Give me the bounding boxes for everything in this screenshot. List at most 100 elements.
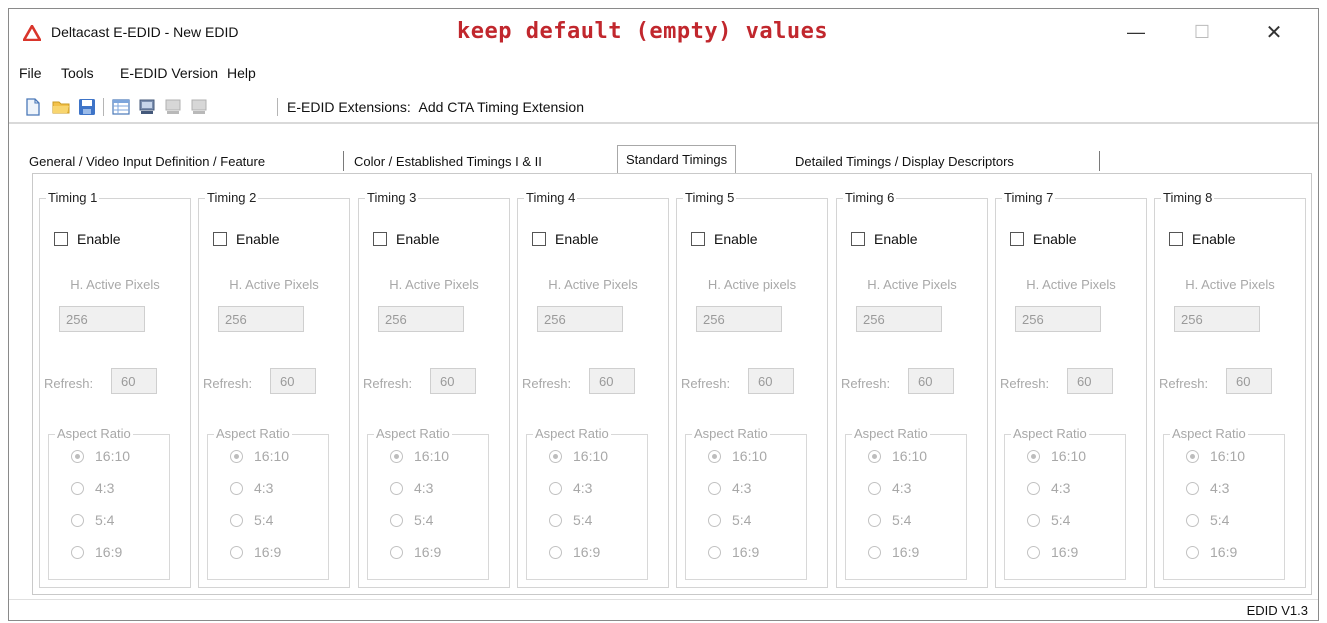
aspect-ratio-option[interactable]: 16:10 (71, 448, 130, 464)
aspect-ratio-option[interactable]: 16:10 (708, 448, 767, 464)
aspect-ratio-option[interactable]: 5:4 (1027, 512, 1070, 528)
aspect-ratio-option[interactable]: 16:10 (549, 448, 608, 464)
aspect-ratio-radio[interactable] (1186, 513, 1199, 527)
aspect-ratio-option[interactable]: 16:10 (230, 448, 289, 464)
aspect-ratio-radio[interactable] (71, 449, 84, 463)
save-icon[interactable] (77, 97, 97, 117)
write-device-icon[interactable] (189, 97, 209, 117)
aspect-ratio-radio[interactable] (868, 449, 881, 463)
menu-file[interactable]: File (19, 65, 42, 81)
aspect-ratio-radio[interactable] (708, 481, 721, 495)
aspect-ratio-radio[interactable] (708, 513, 721, 527)
aspect-ratio-option[interactable]: 16:10 (868, 448, 927, 464)
tab-general[interactable]: General / Video Input Definition / Featu… (29, 149, 265, 173)
maximize-button[interactable]: ☐ (1179, 15, 1225, 49)
aspect-ratio-radio[interactable] (1186, 449, 1199, 463)
aspect-ratio-radio[interactable] (1027, 545, 1040, 559)
refresh-input[interactable]: 60 (270, 368, 316, 394)
aspect-ratio-radio[interactable] (549, 481, 562, 495)
aspect-ratio-radio[interactable] (1027, 449, 1040, 463)
aspect-ratio-radio[interactable] (390, 449, 403, 463)
aspect-ratio-radio[interactable] (71, 481, 84, 495)
table-view-icon[interactable] (111, 97, 131, 117)
aspect-ratio-radio[interactable] (390, 545, 403, 559)
enable-checkbox-row[interactable]: Enable (851, 231, 918, 247)
aspect-ratio-option[interactable]: 16:9 (868, 544, 919, 560)
h-active-pixels-input[interactable]: 256 (696, 306, 782, 332)
tab-standard-timings[interactable]: Standard Timings (617, 145, 737, 173)
h-active-pixels-input[interactable]: 256 (856, 306, 942, 332)
aspect-ratio-radio[interactable] (390, 481, 403, 495)
h-active-pixels-input[interactable]: 256 (1174, 306, 1260, 332)
aspect-ratio-option[interactable]: 16:10 (1186, 448, 1245, 464)
aspect-ratio-option[interactable]: 4:3 (1186, 480, 1229, 496)
enable-checkbox-row[interactable]: Enable (1010, 231, 1077, 247)
aspect-ratio-radio[interactable] (868, 545, 881, 559)
aspect-ratio-option[interactable]: 4:3 (390, 480, 433, 496)
refresh-input[interactable]: 60 (1067, 368, 1113, 394)
refresh-input[interactable]: 60 (430, 368, 476, 394)
aspect-ratio-option[interactable]: 5:4 (71, 512, 114, 528)
enable-checkbox[interactable] (851, 232, 865, 246)
read-device-icon[interactable] (163, 97, 183, 117)
aspect-ratio-radio[interactable] (549, 545, 562, 559)
add-cta-extension-button[interactable]: Add CTA Timing Extension (419, 99, 584, 115)
enable-checkbox-row[interactable]: Enable (1169, 231, 1236, 247)
aspect-ratio-radio[interactable] (708, 449, 721, 463)
aspect-ratio-radio[interactable] (1186, 545, 1199, 559)
refresh-input[interactable]: 60 (748, 368, 794, 394)
aspect-ratio-option[interactable]: 5:4 (1186, 512, 1229, 528)
aspect-ratio-radio[interactable] (708, 545, 721, 559)
aspect-ratio-option[interactable]: 4:3 (868, 480, 911, 496)
aspect-ratio-radio[interactable] (549, 449, 562, 463)
new-file-icon[interactable] (23, 97, 43, 117)
refresh-input[interactable]: 60 (589, 368, 635, 394)
aspect-ratio-option[interactable]: 4:3 (549, 480, 592, 496)
aspect-ratio-option[interactable]: 4:3 (1027, 480, 1070, 496)
refresh-input[interactable]: 60 (908, 368, 954, 394)
aspect-ratio-option[interactable]: 5:4 (708, 512, 751, 528)
aspect-ratio-option[interactable]: 4:3 (71, 480, 114, 496)
enable-checkbox[interactable] (532, 232, 546, 246)
enable-checkbox[interactable] (1010, 232, 1024, 246)
menu-e-edid-version[interactable]: E-EDID Version (120, 65, 218, 81)
h-active-pixels-input[interactable]: 256 (1015, 306, 1101, 332)
h-active-pixels-input[interactable]: 256 (378, 306, 464, 332)
aspect-ratio-radio[interactable] (230, 449, 243, 463)
aspect-ratio-option[interactable]: 5:4 (868, 512, 911, 528)
close-button[interactable]: ✕ (1251, 15, 1297, 49)
minimize-button[interactable]: — (1113, 15, 1159, 49)
enable-checkbox-row[interactable]: Enable (532, 231, 599, 247)
h-active-pixels-input[interactable]: 256 (59, 306, 145, 332)
enable-checkbox[interactable] (1169, 232, 1183, 246)
aspect-ratio-option[interactable]: 5:4 (390, 512, 433, 528)
enable-checkbox-row[interactable]: Enable (213, 231, 280, 247)
aspect-ratio-radio[interactable] (1027, 481, 1040, 495)
enable-checkbox-row[interactable]: Enable (54, 231, 121, 247)
menu-help[interactable]: Help (227, 65, 256, 81)
refresh-input[interactable]: 60 (1226, 368, 1272, 394)
aspect-ratio-option[interactable]: 16:9 (390, 544, 441, 560)
aspect-ratio-radio[interactable] (230, 545, 243, 559)
aspect-ratio-option[interactable]: 4:3 (230, 480, 273, 496)
tab-detailed-timings[interactable]: Detailed Timings / Display Descriptors (795, 149, 1014, 173)
aspect-ratio-option[interactable]: 16:9 (1186, 544, 1237, 560)
aspect-ratio-option[interactable]: 16:9 (1027, 544, 1078, 560)
aspect-ratio-radio[interactable] (549, 513, 562, 527)
aspect-ratio-option[interactable]: 16:10 (390, 448, 449, 464)
enable-checkbox[interactable] (691, 232, 705, 246)
aspect-ratio-option[interactable]: 4:3 (708, 480, 751, 496)
aspect-ratio-radio[interactable] (868, 481, 881, 495)
aspect-ratio-radio[interactable] (390, 513, 403, 527)
aspect-ratio-option[interactable]: 5:4 (230, 512, 273, 528)
aspect-ratio-radio[interactable] (230, 513, 243, 527)
aspect-ratio-option[interactable]: 16:9 (230, 544, 281, 560)
aspect-ratio-option[interactable]: 16:9 (549, 544, 600, 560)
save-to-device-icon[interactable] (137, 97, 157, 117)
enable-checkbox[interactable] (54, 232, 68, 246)
h-active-pixels-input[interactable]: 256 (537, 306, 623, 332)
aspect-ratio-radio[interactable] (71, 513, 84, 527)
menu-tools[interactable]: Tools (61, 65, 94, 81)
open-folder-icon[interactable] (51, 97, 71, 117)
enable-checkbox[interactable] (373, 232, 387, 246)
